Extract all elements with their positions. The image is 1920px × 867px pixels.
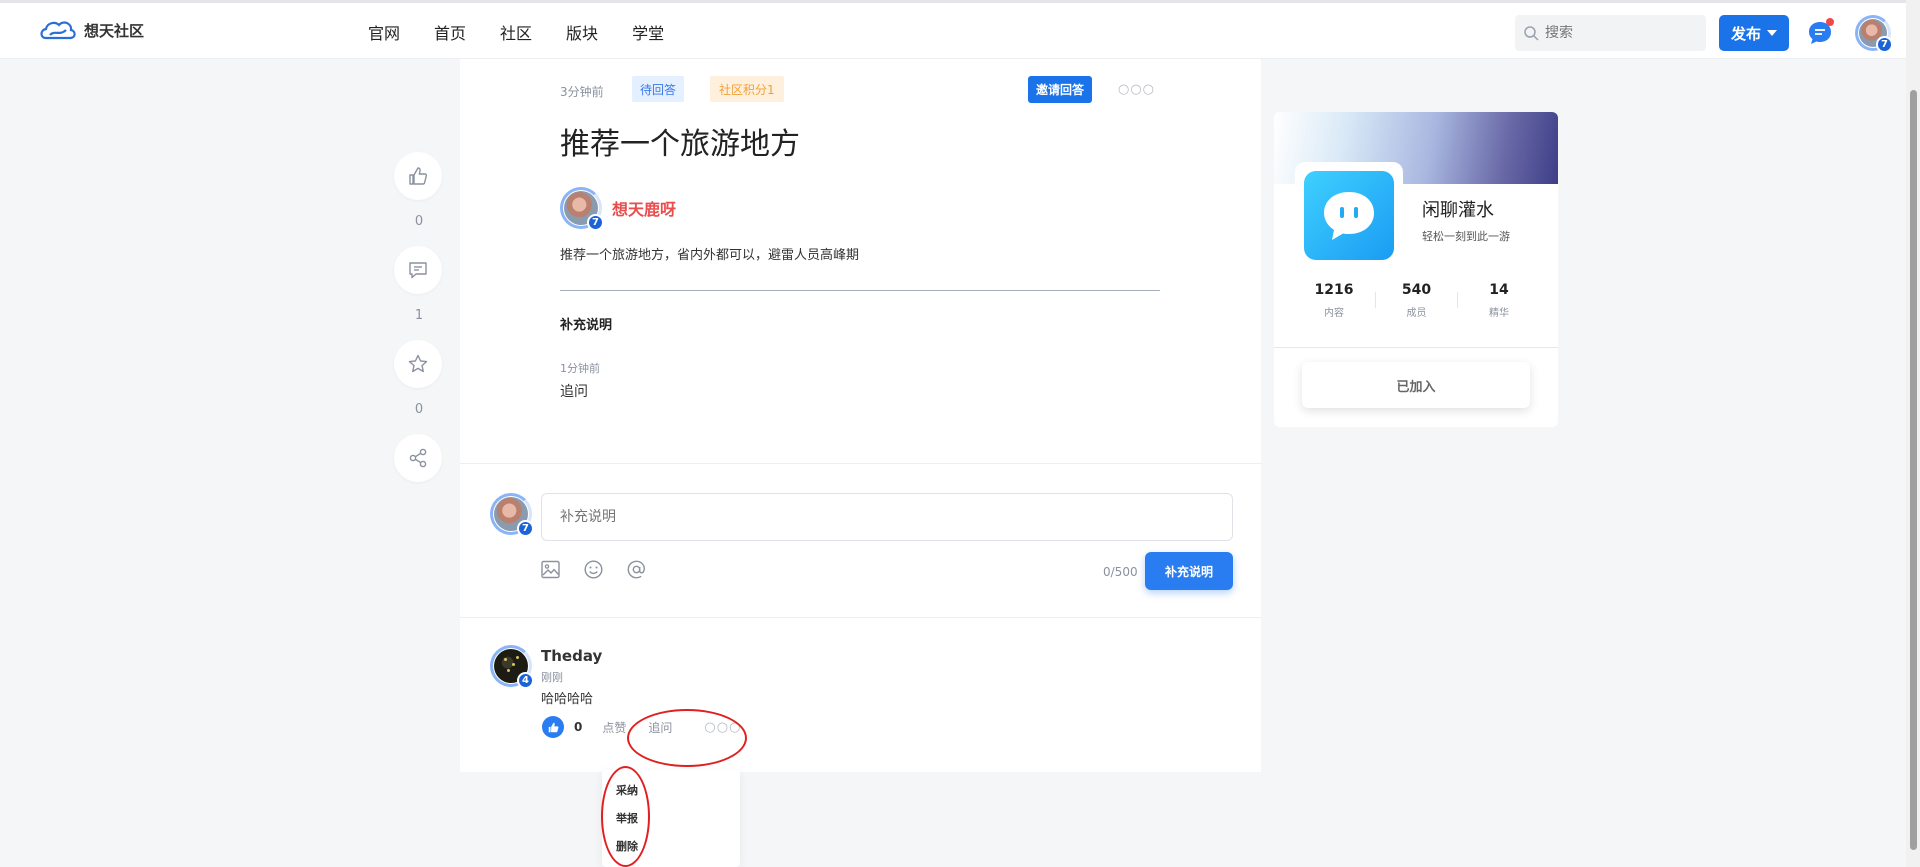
mention-icon[interactable] [626,559,647,580]
site-logo[interactable]: 想天社区 [38,16,144,44]
supplement-text: 追问 [560,384,588,400]
reply-user-avatar: 7 [490,493,534,537]
char-counter: 0/500 [1103,565,1138,579]
stat-members: 540 成员 [1401,282,1432,319]
level-badge: 4 [517,672,534,689]
stat-featured: 14 精华 [1489,282,1509,319]
comment-count: 1 [414,308,424,323]
more-options-icon[interactable]: ○○○ [1118,82,1155,97]
action-rail: 0 1 0 [394,152,444,482]
comment-like-button[interactable] [542,716,564,738]
question-meta: 3分钟前 待回答 社区积分1 邀请回答 ○○○ [560,76,1160,104]
publish-label: 发布 [1730,24,1761,43]
nav-home[interactable]: 首页 [434,20,466,44]
level-badge: 7 [517,520,534,537]
top-navbar: 想天社区 官网 首页 社区 版块 学堂 发布 7 [0,0,1906,59]
nav-official-site[interactable]: 官网 [368,20,400,44]
chat-bubble-icon[interactable] [1304,171,1394,260]
main-nav: 官网 首页 社区 版块 学堂 [368,20,664,44]
post-time: 3分钟前 [560,85,604,99]
comment-icon [409,262,427,279]
supplement-heading: 补充说明 [560,318,613,333]
level-badge: 7 [1876,36,1893,53]
stat-content: 1216 内容 [1314,282,1354,319]
divider [460,617,1261,618]
divider [460,463,1261,464]
author-info: 7 想天鹿呀 [560,187,676,231]
supplement-time: 1分钟前 [560,362,600,375]
annotation-circle [601,766,650,867]
submit-supplement-button[interactable]: 补充说明 [1145,552,1233,590]
nav-sections[interactable]: 版块 [566,20,598,44]
community-card: 闲聊灌水 轻松一刻到此一游 1216 内容 540 成员 14 精华 已加入 [1274,112,1558,427]
like-button[interactable] [394,152,442,200]
like-count: 0 [414,214,424,229]
nav-community[interactable]: 社区 [500,20,532,44]
author-avatar[interactable]: 7 [560,187,604,231]
divider [560,290,1160,291]
page-scrollbar[interactable] [1906,0,1920,867]
comment-time: 刚刚 [541,671,563,684]
comment-like-count: 0 [574,720,583,734]
like-link[interactable]: 点赞 [602,719,626,736]
thumbs-up-icon [409,167,428,185]
community-name[interactable]: 闲聊灌水 [1422,196,1494,222]
search-input[interactable] [1545,25,1695,41]
emoji-icon[interactable] [583,559,604,580]
publish-button[interactable]: 发布 [1719,15,1789,51]
status-badge: 待回答 [632,76,685,102]
supplement-input[interactable] [541,493,1233,541]
nav-academy[interactable]: 学堂 [632,20,664,44]
community-description: 轻松一刻到此一游 [1422,230,1510,243]
user-avatar[interactable]: 7 [1855,15,1893,53]
question-body: 推荐一个旅游地方，省内外都可以，避雷人员高峰期 [560,248,860,263]
cloud-logo-icon [40,21,76,40]
editor-toolbar [540,559,647,580]
comment-button[interactable] [394,246,442,294]
points-badge: 社区积分1 [710,76,784,102]
thumbs-up-icon [548,722,558,732]
community-stats: 1216 内容 540 成员 14 精华 [1299,282,1534,319]
search-icon [1524,26,1539,41]
annotation-circle [627,709,747,767]
notification-dot [1826,18,1834,26]
question-card: 3分钟前 待回答 社区积分1 邀请回答 ○○○ 推荐一个旅游地方 7 想天鹿呀 … [460,59,1261,772]
author-name[interactable]: 想天鹿呀 [612,196,676,220]
level-badge: 7 [587,214,604,231]
search-box[interactable] [1515,15,1706,51]
invite-answer-button[interactable]: 邀请回答 [1028,76,1093,103]
share-icon [409,448,427,468]
scrollbar-thumb[interactable] [1910,90,1917,850]
favorite-count: 0 [414,402,424,417]
image-icon[interactable] [540,559,561,580]
comment-text: 哈哈哈哈 [541,692,594,707]
favorite-button[interactable] [394,340,442,388]
commenter-name[interactable]: Theday [541,647,602,665]
divider [1274,347,1558,348]
question-title: 推荐一个旅游地方 [560,127,800,162]
caret-down-icon [1767,30,1777,36]
joined-button[interactable]: 已加入 [1302,362,1530,408]
commenter-avatar[interactable]: 4 [490,645,534,689]
star-icon [408,354,428,373]
logo-text: 想天社区 [84,21,145,40]
share-button[interactable] [394,434,442,482]
